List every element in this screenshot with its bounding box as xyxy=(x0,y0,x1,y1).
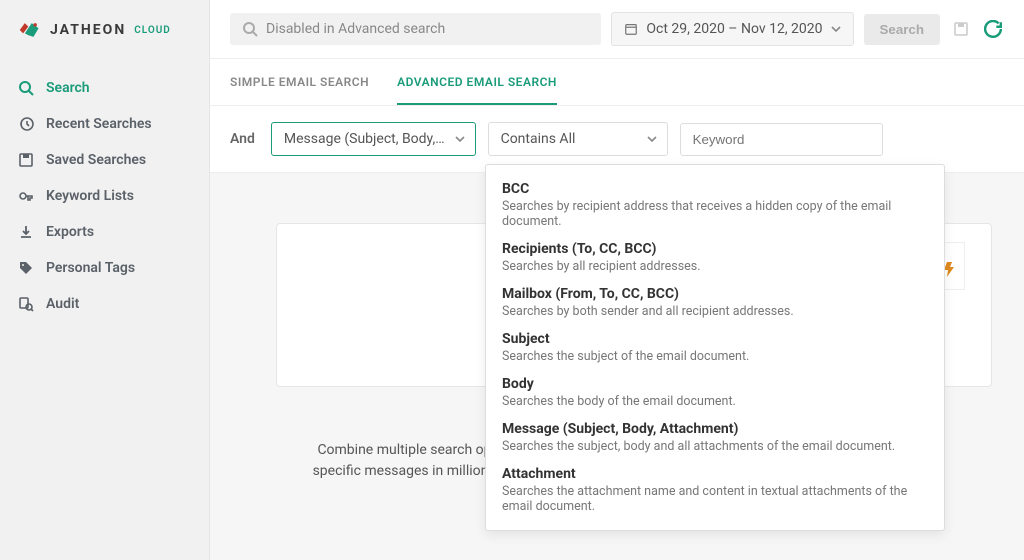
field-select[interactable]: Message (Subject, Body,… xyxy=(271,122,476,156)
nav: Search Recent Searches Saved Searches Ke… xyxy=(0,66,209,322)
refresh-button[interactable] xyxy=(982,18,1004,40)
search-disabled-box: Disabled in Advanced search xyxy=(230,13,601,45)
date-range-button[interactable]: Oct 29, 2020 – Nov 12, 2020 xyxy=(611,12,853,46)
search-icon xyxy=(242,21,258,37)
tab-advanced-search[interactable]: ADVANCED EMAIL SEARCH xyxy=(397,59,557,105)
save-icon xyxy=(18,152,34,168)
option-desc: Searches by all recipient addresses. xyxy=(502,259,928,274)
calendar-icon xyxy=(624,22,638,36)
option-title: Mailbox (From, To, CC, BCC) xyxy=(502,286,928,302)
brand-name: JATHEON xyxy=(50,22,126,38)
chevron-down-icon xyxy=(647,134,657,144)
option-title: Attachment xyxy=(502,466,928,482)
criteria-row: And Message (Subject, Body,… Contains Al… xyxy=(210,106,1024,173)
nav-keyword-lists[interactable]: Keyword Lists xyxy=(0,178,209,214)
field-dropdown: BCC Searches by recipient address that r… xyxy=(485,164,945,531)
operator-select-value: Contains All xyxy=(501,131,576,147)
nav-personal-tags[interactable]: Personal Tags xyxy=(0,250,209,286)
nav-label: Personal Tags xyxy=(46,260,135,276)
dropdown-option-attachment[interactable]: Attachment Searches the attachment name … xyxy=(486,460,944,520)
option-desc: Searches the body of the email document. xyxy=(502,394,928,409)
chevron-down-icon xyxy=(831,24,841,34)
save-icon xyxy=(953,21,969,37)
history-icon xyxy=(18,116,34,132)
option-title: Body xyxy=(502,376,928,392)
search-tabs: SIMPLE EMAIL SEARCH ADVANCED EMAIL SEARC… xyxy=(210,59,1024,106)
sidebar: JATHEON CLOUD Search Recent Searches Sav… xyxy=(0,0,210,560)
dropdown-option-body[interactable]: Body Searches the body of the email docu… xyxy=(486,370,944,415)
nav-label: Keyword Lists xyxy=(46,188,134,204)
dropdown-option-message[interactable]: Message (Subject, Body, Attachment) Sear… xyxy=(486,415,944,460)
option-desc: Searches the attachment name and content… xyxy=(502,484,928,514)
logo: JATHEON CLOUD xyxy=(0,0,209,66)
operator-select[interactable]: Contains All xyxy=(488,122,668,156)
nav-exports[interactable]: Exports xyxy=(0,214,209,250)
option-desc: Searches the subject, body and all attac… xyxy=(502,439,928,454)
main: Disabled in Advanced search Oct 29, 2020… xyxy=(210,0,1024,560)
option-desc: Searches the subject of the email docume… xyxy=(502,349,928,364)
search-button[interactable]: Search xyxy=(864,14,940,45)
and-operator: And xyxy=(230,131,255,147)
dropdown-option-subject[interactable]: Subject Searches the subject of the emai… xyxy=(486,325,944,370)
nav-label: Saved Searches xyxy=(46,152,146,168)
dropdown-option-bcc[interactable]: BCC Searches by recipient address that r… xyxy=(486,175,944,235)
option-desc: Searches by recipient address that recei… xyxy=(502,199,928,229)
dropdown-option-mailbox[interactable]: Mailbox (From, To, CC, BCC) Searches by … xyxy=(486,280,944,325)
nav-label: Exports xyxy=(46,224,94,240)
nav-label: Search xyxy=(46,80,90,96)
nav-saved-searches[interactable]: Saved Searches xyxy=(0,142,209,178)
dropdown-option-recipients[interactable]: Recipients (To, CC, BCC) Searches by all… xyxy=(486,235,944,280)
tag-icon xyxy=(18,260,34,276)
nav-audit[interactable]: Audit xyxy=(0,286,209,322)
download-icon xyxy=(18,224,34,240)
search-disabled-text: Disabled in Advanced search xyxy=(266,21,445,37)
save-button[interactable] xyxy=(950,18,972,40)
chevron-down-icon xyxy=(455,134,465,144)
field-select-value: Message (Subject, Body,… xyxy=(284,131,445,147)
nav-label: Audit xyxy=(46,296,79,312)
option-title: Recipients (To, CC, BCC) xyxy=(502,241,928,257)
refresh-icon xyxy=(984,20,1002,38)
option-desc: Searches by both sender and all recipien… xyxy=(502,304,928,319)
key-icon xyxy=(18,188,34,204)
option-title: Subject xyxy=(502,331,928,347)
nav-search[interactable]: Search xyxy=(0,70,209,106)
option-title: BCC xyxy=(502,181,928,197)
brand-suffix: CLOUD xyxy=(134,25,171,36)
logo-icon xyxy=(16,18,44,42)
tab-simple-search[interactable]: SIMPLE EMAIL SEARCH xyxy=(230,59,369,105)
nav-recent-searches[interactable]: Recent Searches xyxy=(0,106,209,142)
search-icon xyxy=(18,80,34,96)
date-range-text: Oct 29, 2020 – Nov 12, 2020 xyxy=(646,21,822,37)
keyword-input[interactable] xyxy=(680,123,883,156)
audit-icon xyxy=(18,296,34,312)
topbar: Disabled in Advanced search Oct 29, 2020… xyxy=(210,0,1024,59)
option-title: Message (Subject, Body, Attachment) xyxy=(502,421,928,437)
nav-label: Recent Searches xyxy=(46,116,152,132)
